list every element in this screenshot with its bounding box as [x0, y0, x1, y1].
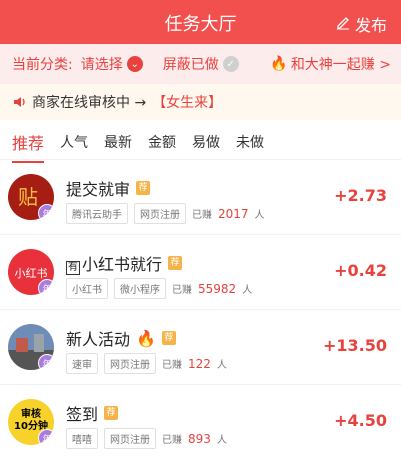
- task-title: 签到: [66, 405, 99, 424]
- task-price: +0.42: [334, 261, 387, 280]
- earned-count: 893: [188, 431, 211, 446]
- tab-bar: 推荐 人气 最新 金额 易做 未做: [0, 124, 401, 163]
- task-price: +2.73: [334, 186, 387, 205]
- task-item[interactable]: 审核 10分钟 年 签到 荐 嘻嘻 网页注册 已赚 893 人 +4.50: [0, 385, 401, 460]
- earned-suffix: 人: [216, 435, 227, 446]
- publish-label: 发布: [354, 16, 387, 35]
- task-title: 小红书就行: [82, 255, 163, 274]
- tab-amount[interactable]: 金额: [148, 132, 176, 152]
- earned-count: 55982: [198, 281, 237, 296]
- task-title: 提交就审: [66, 180, 131, 199]
- chevron-down-icon: ⌄: [126, 56, 143, 72]
- task-avatar: 贴 年: [8, 174, 54, 220]
- task-item[interactable]: 贴 年 提交就审 荐 腾讯云助手 网页注册 已赚 2017 人 +2.73: [0, 160, 401, 235]
- task-title: 新人活动: [66, 330, 131, 349]
- earned-count: 2017: [218, 206, 249, 221]
- hide-done-label: 屏蔽已做: [162, 57, 219, 73]
- edit-icon: [335, 14, 351, 34]
- earned-prefix: 已赚: [162, 360, 182, 371]
- hide-done-toggle[interactable]: 屏蔽已做 ✓: [163, 54, 239, 74]
- task-item[interactable]: 小红书 年 有小红书就行 荐 小红书 微小程序 已赚 55982 人 +0.42: [0, 235, 401, 310]
- tab-latest[interactable]: 最新: [104, 132, 132, 152]
- year-badge: 年: [38, 354, 54, 370]
- category-select[interactable]: 请选择 ⌄: [81, 54, 143, 74]
- tab-undone[interactable]: 未做: [236, 132, 264, 152]
- earned-prefix: 已赚: [192, 210, 212, 221]
- tab-popular[interactable]: 人气: [60, 132, 88, 152]
- earned-prefix: 已赚: [172, 285, 192, 296]
- notice-bar[interactable]: 商家在线审核中 → 【女生来】: [0, 84, 401, 120]
- task-avatar: 审核 10分钟 年: [8, 399, 54, 445]
- promo-link[interactable]: 🔥 和大神一起赚 >: [270, 54, 391, 74]
- year-badge: 年: [38, 279, 54, 295]
- task-tag: 嘻嘻: [66, 428, 98, 449]
- task-tag: 网页注册: [104, 353, 156, 374]
- tab-easy[interactable]: 易做: [192, 132, 220, 152]
- task-avatar: 小红书 年: [8, 249, 54, 295]
- category-select-label: 请选择: [80, 57, 123, 73]
- recommend-tag: 荐: [136, 181, 151, 195]
- svg-text:贴: 贴: [18, 185, 38, 209]
- task-tag: 微小程序: [114, 278, 166, 299]
- year-badge: 年: [38, 204, 54, 220]
- task-item[interactable]: 年 新人活动 🔥 荐 速审 网页注册 已赚 122 人 +13.50: [0, 310, 401, 385]
- task-avatar: 年: [8, 324, 54, 370]
- notice-text: 商家在线审核中 →: [32, 95, 147, 111]
- publish-button[interactable]: 发布: [335, 12, 387, 36]
- category-label: 当前分类:: [12, 57, 73, 73]
- earned-suffix: 人: [254, 210, 265, 221]
- earned-count: 122: [188, 356, 211, 371]
- promo-label: 和大神一起赚 >: [290, 57, 391, 73]
- earned-suffix: 人: [216, 360, 227, 371]
- recommend-tag: 荐: [161, 331, 176, 345]
- task-tag: 速审: [66, 353, 98, 374]
- title-prefix: 有: [66, 261, 80, 275]
- recommend-tag: 荐: [168, 256, 183, 270]
- notice-tag: 【女生来】: [152, 95, 223, 111]
- earned-prefix: 已赚: [162, 435, 182, 446]
- task-price: +4.50: [334, 411, 387, 430]
- speaker-icon: [12, 94, 28, 110]
- tab-recommend[interactable]: 推荐: [12, 130, 45, 163]
- recommend-tag: 荐: [104, 406, 119, 420]
- task-tag: 网页注册: [104, 428, 156, 449]
- check-icon: ✓: [222, 56, 239, 72]
- earned-suffix: 人: [242, 285, 253, 296]
- task-tag: 网页注册: [134, 203, 186, 224]
- task-price: +13.50: [322, 336, 387, 355]
- top-header: 任务大厅 发布: [0, 0, 401, 44]
- filter-bar: 当前分类: 请选择 ⌄ 屏蔽已做 ✓ 🔥 和大神一起赚 >: [0, 44, 401, 84]
- fire-icon: 🔥: [136, 328, 156, 348]
- task-tag: 小红书: [66, 278, 108, 299]
- year-badge: 年: [38, 429, 54, 445]
- task-list: 贴 年 提交就审 荐 腾讯云助手 网页注册 已赚 2017 人 +2.73 小红书 …: [0, 160, 401, 460]
- fire-icon: 🔥: [270, 56, 288, 72]
- task-tag: 腾讯云助手: [66, 203, 128, 224]
